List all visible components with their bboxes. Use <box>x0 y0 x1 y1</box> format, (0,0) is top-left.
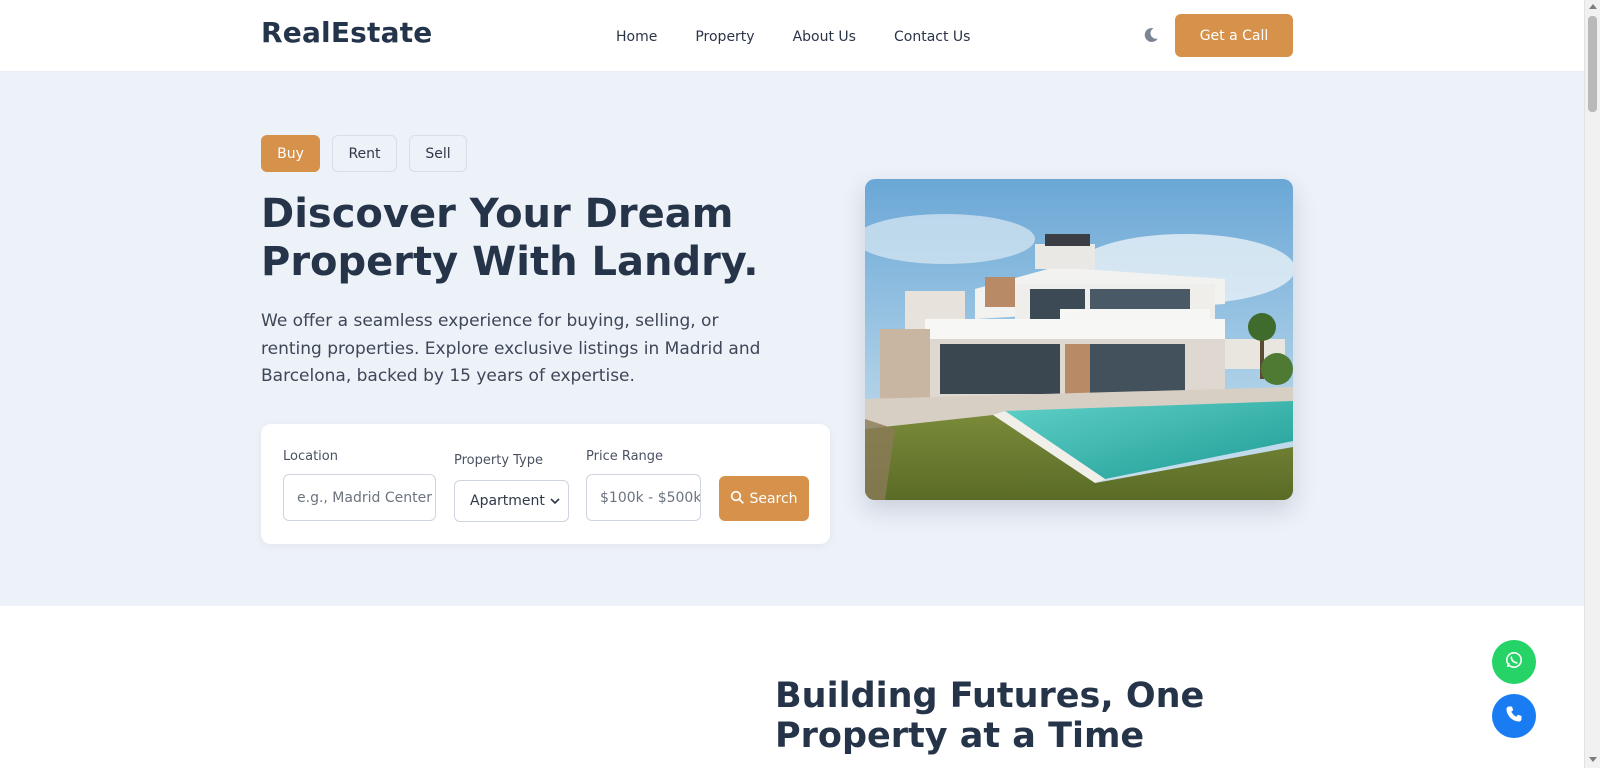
nav-home[interactable]: Home <box>616 29 657 45</box>
nav-about-us[interactable]: About Us <box>793 29 856 45</box>
section-title: Building Futures, One Property at a Time <box>775 676 1205 756</box>
scroll-thumb[interactable] <box>1588 16 1597 112</box>
price-range-label: Price Range <box>586 449 664 464</box>
scroll-down-icon[interactable] <box>1589 757 1597 762</box>
villa-photo <box>865 179 1293 500</box>
property-search-card: Location e.g., Madrid Center Property Ty… <box>261 424 830 544</box>
tab-rent[interactable]: Rent <box>332 135 397 172</box>
main-nav: Home Property About Us Contact Us <box>616 29 970 45</box>
chevron-down-icon <box>550 493 560 509</box>
property-type-label: Property Type <box>454 453 544 468</box>
location-label: Location <box>283 449 338 464</box>
search-button[interactable]: Search <box>719 476 809 521</box>
tab-buy[interactable]: Buy <box>261 135 320 172</box>
site-header: RealEstate Home Property About Us Contac… <box>0 0 1584 72</box>
location-input[interactable]: e.g., Madrid Center <box>283 474 436 521</box>
get-a-call-button[interactable]: Get a Call <box>1175 14 1293 57</box>
hero-description: We offer a seamless experience for buyin… <box>261 311 761 386</box>
phone-call-button[interactable] <box>1492 694 1536 738</box>
search-button-label: Search <box>749 490 798 507</box>
listing-tabs: Buy Rent Sell <box>261 135 467 172</box>
scroll-up-icon[interactable] <box>1589 4 1597 9</box>
hero-headline: Discover Your Dream Property With Landry… <box>261 191 759 285</box>
moon-icon[interactable] <box>1142 26 1160 44</box>
whatsapp-button[interactable] <box>1492 640 1536 684</box>
property-type-select[interactable]: Apartment <box>454 480 569 522</box>
whatsapp-icon <box>1504 650 1524 674</box>
search-icon <box>730 490 745 508</box>
site-logo[interactable]: RealEstate <box>261 16 433 49</box>
price-range-input[interactable]: $100k - $500k <box>586 474 701 521</box>
nav-property[interactable]: Property <box>695 29 754 45</box>
nav-contact-us[interactable]: Contact Us <box>894 29 970 45</box>
page-scrollbar[interactable] <box>1584 0 1600 768</box>
tab-sell[interactable]: Sell <box>409 135 467 172</box>
phone-icon <box>1504 704 1524 728</box>
hero-section: Buy Rent Sell Discover Your Dream Proper… <box>0 72 1584 606</box>
property-type-value: Apartment <box>470 493 545 509</box>
